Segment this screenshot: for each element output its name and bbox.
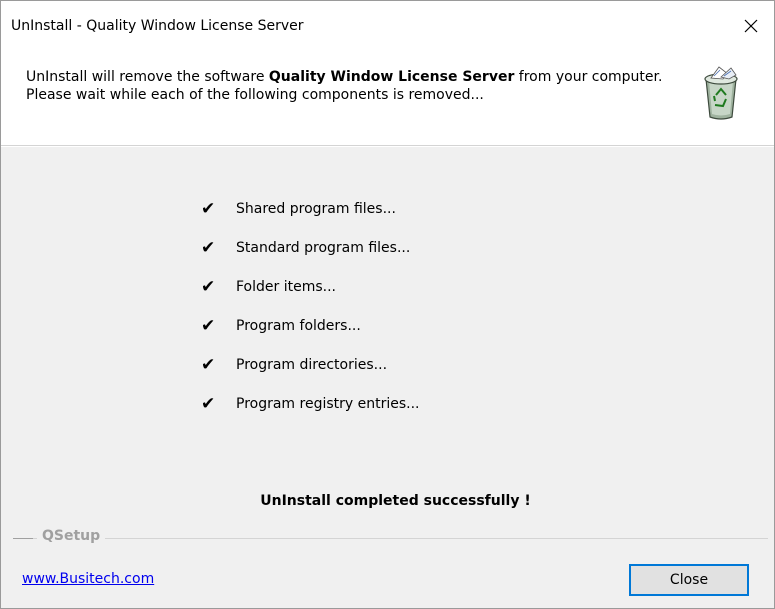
step-label: Folder items... bbox=[236, 279, 336, 295]
website-link[interactable]: www.Busitech.com bbox=[22, 571, 154, 587]
progress-panel: ✔ Shared program files... ✔ Standard pro… bbox=[1, 147, 774, 608]
list-item: ✔ Program directories... bbox=[201, 356, 420, 395]
list-item: ✔ Folder items... bbox=[201, 278, 420, 317]
title-bar[interactable]: UnInstall - Quality Window License Serve… bbox=[1, 1, 774, 51]
component-list: ✔ Shared program files... ✔ Standard pro… bbox=[201, 200, 420, 434]
checkmark-icon: ✔ bbox=[201, 277, 216, 297]
list-item: ✔ Program folders... bbox=[201, 317, 420, 356]
group-divider-left bbox=[13, 538, 33, 539]
header-message: UnInstall will remove the software Quali… bbox=[26, 68, 666, 104]
header-panel: UnInstall will remove the software Quali… bbox=[1, 51, 774, 146]
group-label: QSetup bbox=[37, 528, 106, 544]
group-divider bbox=[13, 538, 768, 539]
checkmark-icon: ✔ bbox=[201, 199, 216, 219]
step-label: Program registry entries... bbox=[236, 396, 420, 412]
checkmark-icon: ✔ bbox=[201, 355, 216, 375]
step-label: Program directories... bbox=[236, 357, 388, 373]
checkmark-icon: ✔ bbox=[201, 238, 216, 258]
close-button[interactable]: Close bbox=[629, 564, 749, 596]
list-item: ✔ Program registry entries... bbox=[201, 395, 420, 434]
list-item: ✔ Standard program files... bbox=[201, 239, 420, 278]
list-item: ✔ Shared program files... bbox=[201, 200, 420, 239]
title-close-button[interactable] bbox=[728, 1, 774, 51]
step-label: Standard program files... bbox=[236, 240, 411, 256]
checkmark-icon: ✔ bbox=[201, 394, 216, 414]
step-label: Program folders... bbox=[236, 318, 361, 334]
completion-status: UnInstall completed successfully ! bbox=[260, 493, 531, 509]
header-message-prefix: UnInstall will remove the software bbox=[26, 69, 269, 85]
product-name: Quality Window License Server bbox=[268, 69, 515, 85]
step-label: Shared program files... bbox=[236, 201, 396, 217]
recycle-bin-icon bbox=[704, 66, 738, 120]
close-icon bbox=[744, 19, 758, 33]
window-title: UnInstall - Quality Window License Serve… bbox=[11, 18, 304, 34]
checkmark-icon: ✔ bbox=[201, 316, 216, 336]
uninstall-window: UnInstall - Quality Window License Serve… bbox=[0, 0, 775, 609]
